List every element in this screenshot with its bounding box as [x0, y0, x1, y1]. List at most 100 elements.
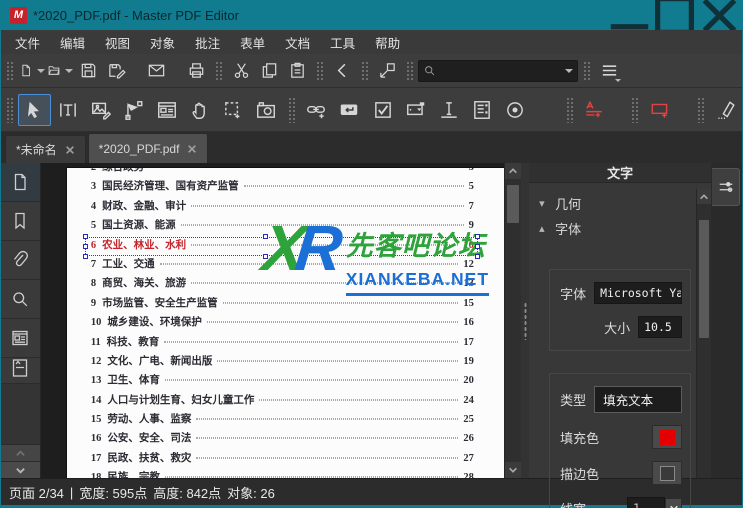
close-button[interactable] — [697, 0, 742, 30]
selection-handle[interactable] — [263, 254, 268, 259]
paste-button[interactable] — [283, 58, 311, 84]
toolbar-grip[interactable] — [215, 61, 222, 81]
search-input[interactable] — [436, 64, 561, 78]
new-document-button[interactable] — [18, 58, 46, 84]
selection-handle[interactable] — [83, 254, 88, 259]
save-as-button[interactable] — [102, 58, 130, 84]
combobox-field-button[interactable] — [399, 94, 432, 126]
select-area-button[interactable] — [217, 94, 250, 126]
search-box[interactable] — [418, 60, 578, 82]
edit-forms-button[interactable] — [150, 94, 183, 126]
selection-handle[interactable] — [475, 244, 480, 249]
sidebar-pages-button[interactable] — [1, 163, 40, 202]
edit-text-button[interactable] — [51, 94, 84, 126]
sidebar-signature-button[interactable] — [1, 358, 40, 384]
toolbar-grip[interactable] — [406, 61, 413, 81]
toc-row[interactable]: 16 公安、安全、司法 26 — [91, 430, 474, 449]
rect-annotation-button[interactable] — [643, 94, 676, 126]
toc-row[interactable]: 10 城乡建设、环境保护 16 — [91, 314, 474, 333]
toolbar-grip[interactable] — [316, 61, 323, 81]
fit-page-button[interactable] — [373, 58, 401, 84]
menu-item[interactable]: 工具 — [320, 30, 365, 54]
line-width-dropdown[interactable] — [665, 498, 682, 508]
cut-button[interactable] — [227, 58, 255, 84]
menu-item[interactable]: 文件 — [5, 30, 50, 54]
edit-path-button[interactable] — [117, 94, 150, 126]
toc-row[interactable]: 14 人口与计划生育、妇女儿童工作 24 — [91, 392, 474, 411]
sidebar-search-doc-button[interactable] — [1, 280, 40, 319]
text-field-button[interactable] — [432, 94, 465, 126]
menu-button[interactable] — [595, 58, 623, 84]
selection-handle[interactable] — [83, 244, 88, 249]
scroll-down-button[interactable] — [505, 462, 521, 478]
selection-handle[interactable] — [475, 254, 480, 259]
tab-close-icon[interactable] — [187, 144, 197, 154]
push-button-field-button[interactable] — [333, 94, 366, 126]
menu-item[interactable]: 帮助 — [365, 30, 410, 54]
select-button[interactable] — [18, 94, 51, 126]
open-folder-button[interactable] — [46, 58, 74, 84]
toc-row[interactable]: 11 科技、教育 17 — [91, 334, 474, 353]
section-geometry[interactable]: ▾ 几何 — [539, 191, 691, 216]
scroll-up-button[interactable] — [505, 163, 521, 179]
toc-row[interactable]: 17 民政、扶贫、救灾 27 — [91, 450, 474, 469]
email-button[interactable] — [142, 58, 170, 84]
snapshot-button[interactable] — [250, 94, 283, 126]
fill-color-button[interactable] — [652, 425, 682, 449]
sidebar-form-fields-button[interactable] — [1, 319, 40, 358]
toolbar-grip[interactable] — [566, 97, 573, 123]
menu-item[interactable]: 文档 — [275, 30, 320, 54]
checkbox-field-button[interactable] — [366, 94, 399, 126]
toolbar-grip[interactable] — [697, 97, 704, 123]
toc-row[interactable]: 18 民族、宗教 28 — [91, 469, 474, 478]
panel-splitter[interactable] — [521, 163, 529, 478]
panel-scrollbar-thumb[interactable] — [699, 220, 709, 338]
selection-handle[interactable] — [263, 234, 268, 239]
sidebar-attachments-button[interactable] — [1, 241, 40, 280]
menu-item[interactable]: 视图 — [95, 30, 140, 54]
sidebar-scroll-up-button[interactable] — [1, 444, 40, 461]
scrollbar-track[interactable] — [505, 179, 521, 462]
type-dropdown[interactable]: 填充文本 — [594, 386, 682, 413]
object-inspector-tab[interactable] — [712, 168, 740, 206]
search-dropdown-caret[interactable] — [565, 69, 573, 73]
toc-row[interactable]: 15 劳动、人事、监察 25 — [91, 411, 474, 430]
stroke-color-button[interactable] — [652, 461, 682, 485]
menu-item[interactable]: 表单 — [230, 30, 275, 54]
selection-handle[interactable] — [475, 234, 480, 239]
toolbar-grip[interactable] — [6, 97, 13, 123]
tab-close-icon[interactable] — [65, 145, 75, 155]
dropdown-caret[interactable] — [37, 69, 45, 73]
sidebar-bookmarks-button[interactable] — [1, 202, 40, 241]
maximize-button[interactable] — [652, 0, 697, 30]
menu-item[interactable]: 对象 — [140, 30, 185, 54]
scrollbar-thumb[interactable] — [507, 185, 519, 223]
sidebar-scroll-down-button[interactable] — [1, 461, 40, 478]
copy-button[interactable] — [255, 58, 283, 84]
toc-row[interactable]: 3 国民经济管理、国有资产监管 5 — [91, 178, 474, 197]
radio-field-button[interactable] — [499, 94, 532, 126]
add-link-button[interactable] — [300, 94, 333, 126]
line-width-field[interactable]: 1 — [627, 497, 665, 508]
toolbar-grip[interactable] — [631, 97, 638, 123]
toolbar-grip[interactable] — [288, 97, 295, 123]
menu-item[interactable]: 批注 — [185, 30, 230, 54]
splitter-grip[interactable] — [524, 302, 527, 340]
save-button[interactable] — [74, 58, 102, 84]
print-button[interactable] — [182, 58, 210, 84]
edit-image-button[interactable] — [84, 94, 117, 126]
eraser-button[interactable] — [709, 94, 742, 126]
back-button[interactable] — [328, 58, 356, 84]
toc-row[interactable]: 2 综合政务 3 — [91, 168, 474, 178]
document-tab[interactable]: *未命名 — [5, 135, 86, 163]
font-name-field[interactable]: Microsoft YaHei — [594, 282, 682, 304]
toc-row[interactable]: 9 市场监管、安全生产监管 15 — [91, 295, 474, 314]
dropdown-caret[interactable] — [65, 69, 73, 73]
toc-row[interactable]: 12 文化、广电、新闻出版 19 — [91, 353, 474, 372]
menu-item[interactable]: 编辑 — [50, 30, 95, 54]
listbox-field-button[interactable] — [465, 94, 498, 126]
minimize-button[interactable] — [607, 0, 652, 30]
panel-scroll-up-button[interactable] — [697, 189, 711, 204]
font-size-field[interactable]: 10.5 — [638, 316, 682, 338]
toolbar-grip[interactable] — [583, 61, 590, 81]
